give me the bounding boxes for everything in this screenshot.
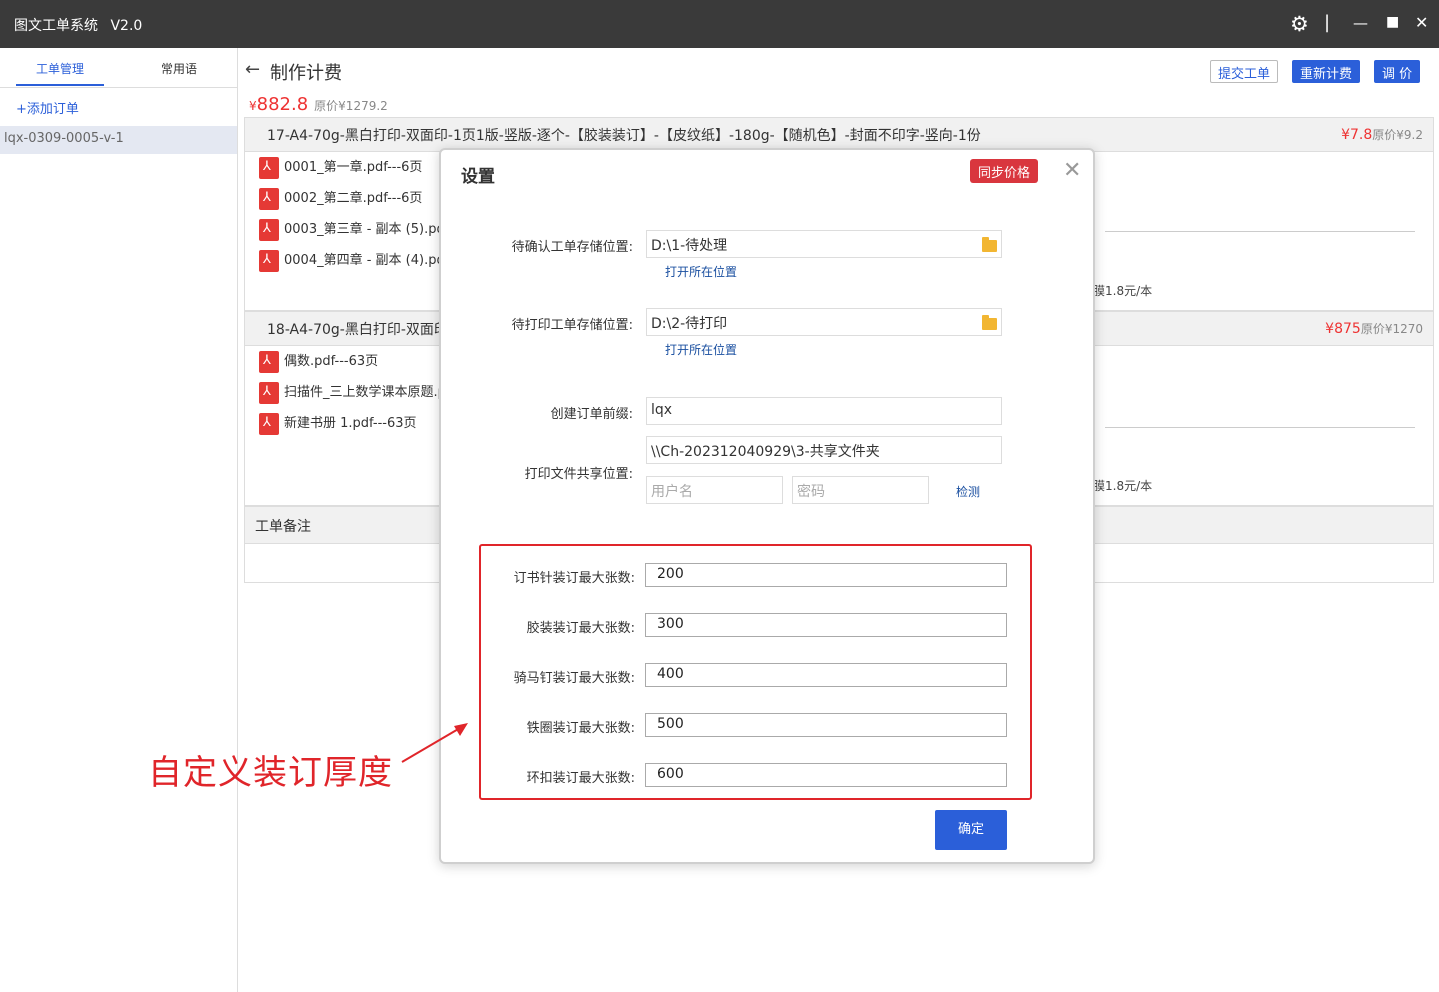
app-version: V2.0: [110, 18, 143, 34]
item-title: 17-A4-70g-黑白打印-双面印-1页1版-竖版-逐个-【胶装装订】-【皮纹…: [267, 128, 981, 144]
file-row[interactable]: 扫描件_三上数学课本原题.pdf: [259, 381, 459, 404]
annotation-label: 自定义装订厚度: [148, 753, 393, 793]
folder-icon[interactable]: [982, 237, 997, 252]
back-arrow-icon[interactable]: ←: [245, 59, 260, 80]
open-location-link[interactable]: 打开所在位置: [665, 341, 737, 358]
item-price: ¥7.8原价¥9.2: [1341, 126, 1423, 143]
file-name: 0004_第四章 - 副本 (4).pdf---: [284, 253, 463, 268]
item-header: 17-A4-70g-黑白打印-双面印-1页1版-竖版-逐个-【胶装装订】-【皮纹…: [245, 118, 1433, 152]
divider: [1105, 427, 1415, 428]
title-bar: 图文工单系统 V2.0 ⚙ | — ■ ✕: [0, 0, 1439, 48]
saddle-stitch-limit-input[interactable]: 400: [645, 663, 1007, 687]
settings-dialog: 设置 同步价格 ✕ 待确认工单存储位置: D:\1-待处理 打开所在位置 待打印…: [439, 148, 1095, 864]
pdf-icon: [259, 156, 279, 179]
item-title: 18-A4-70g-黑白打印-双面印: [267, 322, 448, 338]
original-price: 原价¥1279.2: [314, 99, 388, 113]
item-price-value: ¥875: [1325, 321, 1361, 337]
file-name: 0002_第二章.pdf---6页: [284, 191, 423, 206]
recalculate-button[interactable]: 重新计费: [1292, 60, 1361, 83]
page-title: 制作计费: [270, 63, 342, 84]
pending-confirm-path-value: D:\1-待处理: [651, 238, 728, 254]
pdf-icon: [259, 249, 279, 272]
total-price: ¥882.8 原价¥1279.2: [249, 94, 388, 115]
close-icon[interactable]: ✕: [1415, 13, 1428, 32]
order-list-item[interactable]: lqx-0309-0005-v-1: [0, 126, 237, 154]
wire-binding-limit-input[interactable]: 500: [645, 713, 1007, 737]
staple-limit-label: 订书针装订最大张数:: [513, 571, 635, 586]
order-prefix-label: 创建订单前缀:: [550, 407, 633, 422]
file-row[interactable]: 新建书册 1.pdf---63页: [259, 412, 417, 435]
separator-glyph: |: [1324, 12, 1331, 33]
file-name: 扫描件_三上数学课本原题.pdf: [284, 385, 459, 400]
active-tab-indicator: [16, 84, 104, 86]
perfect-binding-limit-input[interactable]: 300: [645, 613, 1007, 637]
ring-binding-limit-input[interactable]: 600: [645, 763, 1007, 787]
submit-order-button[interactable]: 提交工单: [1210, 60, 1279, 83]
username-input[interactable]: 用户名: [646, 476, 783, 504]
file-name: 0003_第三章 - 副本 (5).pdf---: [284, 222, 463, 237]
pdf-icon: [259, 218, 279, 241]
order-prefix-input[interactable]: lqx: [646, 397, 1002, 425]
open-location-link[interactable]: 打开所在位置: [665, 263, 737, 280]
folder-icon[interactable]: [982, 315, 997, 330]
app-name: 图文工单系统: [14, 18, 98, 34]
item-price-value: ¥7.8: [1341, 127, 1373, 143]
pending-print-label: 待打印工单存储位置:: [511, 318, 633, 333]
item-original-price: 原价¥9.2: [1372, 128, 1423, 142]
pending-confirm-path-input[interactable]: D:\1-待处理: [646, 230, 1002, 258]
sidebar-divider: [0, 87, 237, 88]
file-name: 0001_第一章.pdf---6页: [284, 160, 423, 175]
sidebar: 工单管理 常用语 +添加订单 lqx-0309-0005-v-1: [0, 48, 238, 992]
tab-order-management[interactable]: 工单管理: [36, 60, 84, 77]
pdf-icon: [259, 350, 279, 373]
perfect-binding-limit-label: 胶装装订最大张数:: [526, 621, 635, 636]
app-title: 图文工单系统 V2.0: [14, 15, 142, 35]
adjust-price-button[interactable]: 调 价: [1374, 60, 1421, 83]
close-icon[interactable]: ✕: [1063, 158, 1081, 183]
tab-common-phrases[interactable]: 常用语: [161, 60, 197, 77]
pdf-icon: [259, 381, 279, 404]
file-row[interactable]: 0002_第二章.pdf---6页: [259, 187, 422, 210]
pending-confirm-label: 待确认工单存储位置:: [511, 240, 633, 255]
pending-print-path-input[interactable]: D:\2-待打印: [646, 308, 1002, 336]
sync-price-button[interactable]: 同步价格: [970, 159, 1039, 183]
detect-link[interactable]: 检测: [956, 483, 980, 500]
add-order-button[interactable]: +添加订单: [16, 98, 79, 117]
pdf-icon: [259, 412, 279, 435]
annotation-arrow-icon: [401, 723, 468, 763]
saddle-stitch-limit-label: 骑马钉装订最大张数:: [513, 671, 635, 686]
divider: [1105, 231, 1415, 232]
file-name: 新建书册 1.pdf---63页: [284, 416, 417, 431]
file-name: 偶数.pdf---63页: [284, 354, 379, 369]
price-value: 882.8: [256, 94, 309, 115]
minimize-icon[interactable]: —: [1353, 14, 1368, 32]
password-input[interactable]: 密码: [792, 476, 929, 504]
share-location-label: 打印文件共享位置:: [524, 467, 633, 482]
dialog-title: 设置: [461, 167, 495, 187]
item-note: 膜1.8元/本: [1093, 284, 1153, 298]
pdf-icon: [259, 187, 279, 210]
item-original-price: 原价¥1270: [1360, 322, 1423, 336]
item-note: 膜1.8元/本: [1093, 479, 1153, 493]
ring-binding-limit-label: 环扣装订最大张数:: [526, 771, 635, 786]
file-row[interactable]: 0001_第一章.pdf---6页: [259, 156, 422, 179]
share-path-input[interactable]: \\Ch-202312040929\3-共享文件夹: [646, 436, 1002, 464]
confirm-button[interactable]: 确定: [935, 810, 1007, 850]
staple-limit-input[interactable]: 200: [645, 563, 1007, 587]
gear-icon[interactable]: ⚙: [1290, 12, 1309, 36]
pending-print-path-value: D:\2-待打印: [651, 316, 728, 332]
maximize-icon[interactable]: ■: [1386, 14, 1399, 30]
file-row[interactable]: 偶数.pdf---63页: [259, 350, 378, 373]
item-price: ¥875原价¥1270: [1325, 320, 1423, 337]
currency-symbol: ¥: [249, 99, 257, 113]
